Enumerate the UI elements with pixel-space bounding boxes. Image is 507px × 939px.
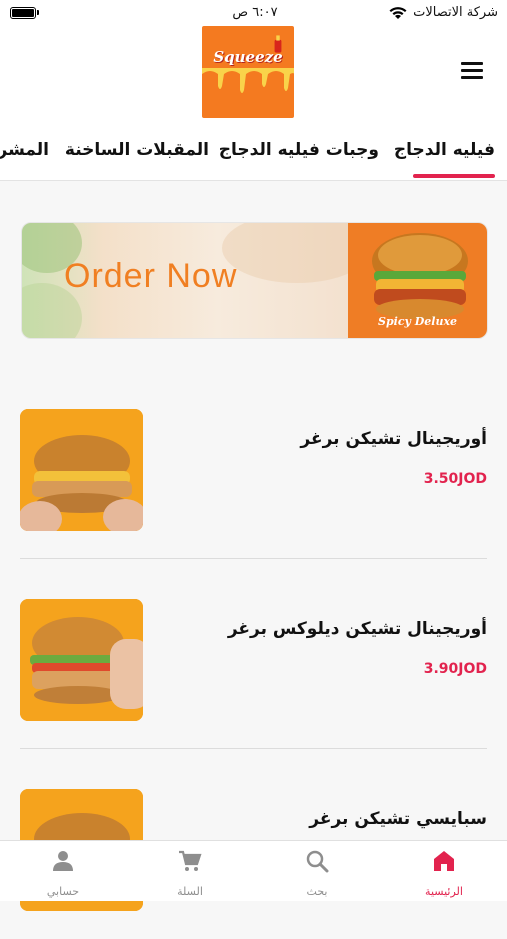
product-image <box>20 409 143 531</box>
nav-cart-label: السلة <box>177 885 203 898</box>
promo-banner[interactable]: Order Now Spicy Deluxe <box>21 222 488 339</box>
product-price: 3.90JOD <box>423 661 487 677</box>
user-icon <box>53 851 73 871</box>
tab-drinks[interactable]: المشروبات <box>0 140 49 160</box>
nav-search[interactable]: بحث <box>254 841 380 901</box>
search-icon <box>306 850 329 873</box>
banner-background: Order Now <box>22 223 372 338</box>
divider <box>20 748 487 749</box>
banner-tagline: Spicy Deluxe <box>378 315 458 328</box>
battery-icon <box>10 7 36 19</box>
divider <box>20 558 487 559</box>
bottom-navigation: الرئيسية بحث السلة حسابي <box>0 840 507 901</box>
tab-chicken-fillet-meals[interactable]: وجبات فيليه الدجاج <box>219 140 379 160</box>
tab-hot-appetizers[interactable]: المقبلات الساخنة <box>65 140 209 160</box>
category-tabs: فيليه الدجاج وجبات فيليه الدجاج المقبلات… <box>0 126 507 181</box>
burger-illustration <box>372 233 468 319</box>
banner-headline: Order Now <box>64 257 238 295</box>
status-bar: ٦:٠٧ ص شركة الاتصالات <box>0 0 507 26</box>
product-image <box>20 599 143 721</box>
product-name: سبايسي تشيكن برغر <box>309 809 487 829</box>
nav-home-label: الرئيسية <box>425 885 463 898</box>
nav-search-label: بحث <box>306 885 328 898</box>
logo-drip-graphic <box>202 68 294 93</box>
hamburger-menu-icon[interactable] <box>461 62 483 79</box>
nav-account[interactable]: حسابي <box>0 841 126 901</box>
product-card[interactable]: أوريجينال تشيكن ديلوكس برغر 3.90JOD <box>20 599 487 749</box>
carrier-name: شركة الاتصالات <box>413 5 498 20</box>
battery-tip <box>37 10 39 15</box>
app-header: Squeeze <box>0 26 507 126</box>
product-card[interactable]: أوريجينال تشيكن برغر 3.50JOD <box>20 409 487 559</box>
tab-chicken-fillet[interactable]: فيليه الدجاج <box>394 140 495 160</box>
nav-account-label: حسابي <box>46 885 80 898</box>
status-time: ٦:٠٧ ص <box>232 5 278 20</box>
brand-logo[interactable]: Squeeze <box>202 26 294 118</box>
product-price: 3.50JOD <box>423 471 487 487</box>
nav-cart[interactable]: السلة <box>127 841 253 901</box>
banner-burger-image: Spicy Deluxe <box>348 223 487 338</box>
product-name: أوريجينال تشيكن ديلوكس برغر <box>227 619 487 639</box>
cart-icon <box>179 850 202 871</box>
burger-photo <box>20 409 143 531</box>
product-name: أوريجينال تشيكن برغر <box>300 429 487 449</box>
home-icon <box>434 851 454 871</box>
wifi-icon <box>389 7 407 19</box>
active-tab-indicator <box>413 174 495 178</box>
burger-photo <box>20 599 143 721</box>
logo-bottle-icon <box>274 35 282 53</box>
nav-home[interactable]: الرئيسية <box>381 841 507 901</box>
